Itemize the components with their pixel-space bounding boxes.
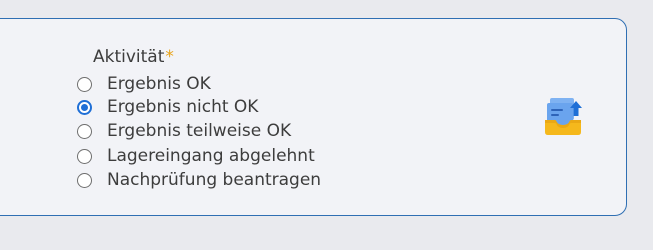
radio-option-ergebnis-nicht-ok[interactable]: Ergebnis nicht OK xyxy=(77,96,258,118)
activity-field-label: Aktivität* xyxy=(93,46,174,68)
radio-option-ergebnis-ok[interactable]: Ergebnis OK xyxy=(77,73,211,95)
inbox-upload-icon[interactable] xyxy=(541,96,585,140)
radio-button[interactable] xyxy=(77,148,92,164)
radio-option-label: Nachprüfung beantragen xyxy=(107,170,322,190)
activity-field-label-text: Aktivität xyxy=(93,47,165,67)
radio-button[interactable] xyxy=(77,76,92,92)
radio-button-selected[interactable] xyxy=(77,99,92,115)
radio-option-lagereingang-abgelehnt[interactable]: Lagereingang abgelehnt xyxy=(77,145,315,167)
radio-option-label: Ergebnis nicht OK xyxy=(107,97,259,117)
radio-option-label: Ergebnis teilweise OK xyxy=(107,121,292,141)
radio-option-ergebnis-teilweise-ok[interactable]: Ergebnis teilweise OK xyxy=(77,120,291,142)
radio-option-label: Ergebnis OK xyxy=(107,74,211,94)
required-marker: * xyxy=(165,47,174,67)
radio-button[interactable] xyxy=(77,123,92,139)
radio-option-nachpruefung-beantragen[interactable]: Nachprüfung beantragen xyxy=(77,169,321,191)
radio-button[interactable] xyxy=(77,172,92,188)
radio-option-label: Lagereingang abgelehnt xyxy=(107,146,315,166)
